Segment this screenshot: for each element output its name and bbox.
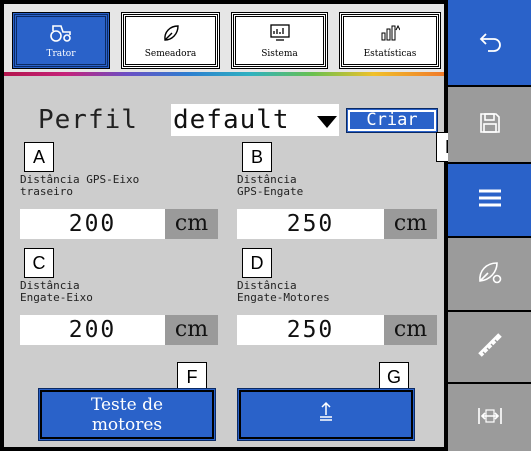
tab-sistema[interactable]: Sistema	[231, 12, 328, 69]
seed-settings-button[interactable]	[448, 238, 531, 310]
back-arrow-icon	[478, 30, 502, 56]
field-c-input[interactable]: 200	[20, 315, 165, 345]
field-d-unit: cm	[384, 315, 437, 345]
field-d-input[interactable]: 250	[237, 315, 384, 345]
perfil-label: Perfil	[38, 105, 138, 135]
tab-label: Trator	[46, 48, 76, 59]
seed-icon	[162, 23, 180, 43]
tab-underline	[4, 72, 444, 76]
calibrate-button[interactable]	[237, 388, 415, 441]
ruler-icon	[477, 332, 503, 362]
tag-c: C	[24, 248, 54, 278]
profile-select[interactable]: default	[171, 104, 339, 136]
field-c-unit: cm	[165, 315, 218, 345]
tab-label: Estatísticas	[363, 48, 417, 59]
main-panel: Trator Semeadora Sistema Estatísticas Pe…	[4, 4, 466, 447]
seed-gear-icon	[477, 259, 503, 289]
motor-test-button[interactable]: Teste de motores	[38, 388, 216, 441]
field-a-input[interactable]: 200	[20, 209, 165, 239]
width-icon	[477, 405, 503, 431]
tag-b: B	[242, 142, 272, 172]
tab-trator[interactable]: Trator	[12, 12, 110, 69]
tab-bar: Trator Semeadora Sistema Estatísticas	[4, 4, 444, 74]
measure-button[interactable]	[448, 312, 531, 382]
system-icon	[269, 23, 290, 43]
field-b-input[interactable]: 250	[237, 209, 384, 239]
field-a-unit: cm	[165, 209, 218, 239]
field-c-label: Distância Engate-Eixo	[20, 279, 93, 304]
create-profile-button[interactable]: Criar	[346, 108, 438, 133]
width-button[interactable]	[448, 384, 531, 451]
dropdown-arrow-icon	[317, 116, 337, 128]
tab-semeadora[interactable]: Semeadora	[121, 12, 220, 69]
field-a-label: Distância GPS-Eixo traseiro	[20, 173, 140, 198]
menu-button[interactable]	[448, 164, 531, 236]
save-button[interactable]	[448, 87, 531, 162]
save-icon	[478, 111, 502, 139]
profile-select-value: default	[173, 105, 290, 135]
field-d-label: Distância Engate-Motores	[237, 279, 330, 304]
tractor-icon	[50, 23, 72, 43]
tab-label: Sistema	[261, 48, 298, 59]
field-b-unit: cm	[384, 209, 437, 239]
calibration-icon	[317, 401, 335, 428]
tab-estatisticas[interactable]: Estatísticas	[339, 12, 441, 69]
menu-icon	[477, 188, 503, 212]
tab-label: Semeadora	[144, 48, 197, 59]
stats-icon	[380, 23, 400, 43]
tag-a: A	[24, 142, 54, 172]
sidebar	[448, 0, 531, 451]
tag-d: D	[242, 248, 272, 278]
field-b-label: Distância GPS-Engate	[237, 173, 304, 198]
back-button[interactable]	[448, 0, 531, 85]
